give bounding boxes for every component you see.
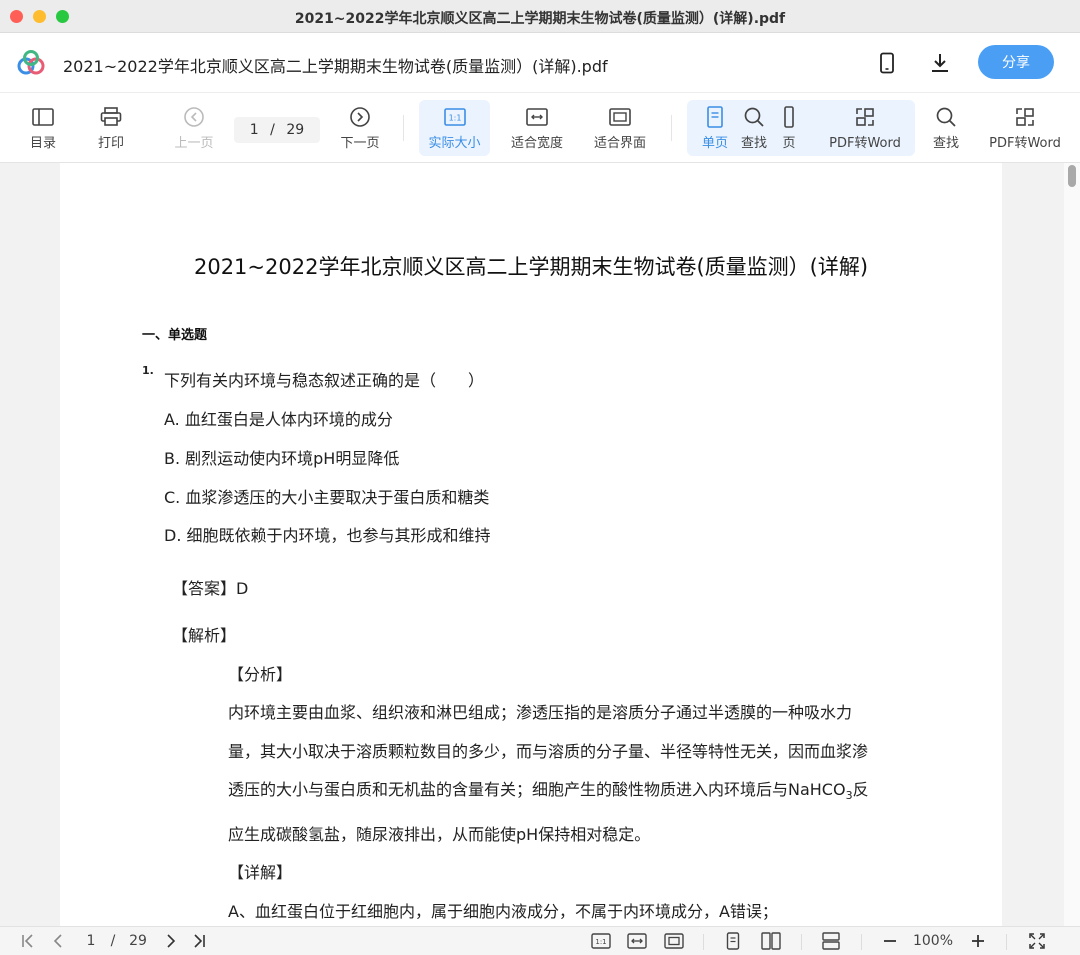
single-page-icon <box>704 105 726 128</box>
status-divider <box>801 934 802 950</box>
page-mode-button[interactable]: 页 <box>776 100 802 156</box>
convert-icon <box>854 106 876 128</box>
document-title: 2021~2022学年北京顺义区高二上学期期末生物试卷(质量监测）(详解) <box>193 255 869 279</box>
chevron-left-circle-icon <box>183 106 205 128</box>
answer-value: D <box>236 579 249 598</box>
vertical-scrollbar[interactable] <box>1064 163 1080 926</box>
find-button[interactable]: 查找 <box>735 100 773 156</box>
pdf-to-word-button[interactable]: PDF转Word <box>818 100 912 156</box>
analysis-paragraph-2: 量，其大小取决于溶质颗粒数目的多少，而与溶质的分子量、半径等特性无关，因而血浆渗 <box>228 742 869 761</box>
analysis-paragraph-4: 应生成碳酸氢盐，随尿液排出，从而能使pH保持相对稳定。 <box>228 825 651 844</box>
download-icon[interactable] <box>926 49 954 77</box>
actual-size-icon[interactable]: 1:1 <box>590 931 612 951</box>
prev-page-icon[interactable] <box>48 931 68 951</box>
answer-label: 【答案】 <box>172 579 237 598</box>
document-viewer[interactable]: 2021~2022学年北京顺义区高二上学期期末生物试卷(质量监测）(详解) 一、… <box>0 163 1080 926</box>
search-icon <box>743 106 765 128</box>
convert-icon <box>1014 106 1036 128</box>
svg-text:1:1: 1:1 <box>595 938 606 946</box>
actual-size-button[interactable]: 1:1 实际大小 <box>419 100 490 156</box>
find-button-2[interactable]: 查找 <box>925 100 967 156</box>
page-icon <box>778 105 800 128</box>
first-page-icon[interactable] <box>18 931 38 951</box>
pdf-to-word-button-2[interactable]: PDF转Word <box>980 100 1070 156</box>
next-page-button[interactable]: 下一页 <box>332 100 388 156</box>
continuous-scroll-icon[interactable] <box>820 931 842 951</box>
search-icon <box>935 106 957 128</box>
question-number: 1. <box>142 364 154 377</box>
print-button[interactable]: 打印 <box>86 100 136 156</box>
option-b: B. 剧烈运动使内环境pH明显降低 <box>164 449 400 468</box>
header: 2021~2022学年北京顺义区高二上学期期末生物试卷(质量监测）(详解).pd… <box>0 33 1080 93</box>
zoom-level[interactable]: 100% <box>908 931 958 951</box>
option-d: D. 细胞既依赖于内环境，也参与其形成和维持 <box>164 526 491 545</box>
phone-icon[interactable] <box>873 49 901 77</box>
toolbar-divider <box>671 115 672 141</box>
analysis-label: 【解析】 <box>172 626 237 645</box>
document-name: 2021~2022学年北京顺义区高二上学期期末生物试卷(质量监测）(详解).pd… <box>63 57 608 76</box>
single-page-button[interactable]: 单页 <box>695 100 735 156</box>
toolbar: 目录 打印 上一页 1 / 29 下一页 1:1 实际大小 适合宽度 适合界面 … <box>0 93 1080 163</box>
option-a: A. 血红蛋白是人体内环境的成分 <box>164 410 393 429</box>
logo-icon <box>17 50 45 75</box>
svg-text:1:1: 1:1 <box>448 113 461 122</box>
next-page-icon[interactable] <box>161 931 181 951</box>
zoom-out-icon[interactable] <box>880 931 900 951</box>
status-divider <box>703 934 704 950</box>
analysis-paragraph-1: 内环境主要由血浆、组织液和淋巴组成；渗透压指的是溶质分子通过半透膜的一种吸水力 <box>228 703 853 722</box>
page-current[interactable]: 1 <box>250 122 259 138</box>
option-c: C. 血浆渗透压的大小主要取决于蛋白质和糖类 <box>164 488 490 507</box>
analysis-paragraph-3: 透压的大小与蛋白质和无机盐的含量有关；细胞产生的酸性物质进入内环境后与NaHCO… <box>228 780 869 803</box>
fit-page-icon <box>609 106 631 128</box>
section-heading: 一、单选题 <box>142 328 208 343</box>
single-page-icon[interactable] <box>723 931 743 951</box>
prev-page-button[interactable]: 上一页 <box>166 100 222 156</box>
fit-width-icon[interactable] <box>626 931 648 951</box>
sidebar-icon <box>32 106 54 128</box>
toc-button[interactable]: 目录 <box>18 100 68 156</box>
detail-label: 【详解】 <box>228 863 293 882</box>
status-page-total: 29 <box>129 933 147 949</box>
double-page-icon[interactable] <box>760 931 782 951</box>
question-text: 下列有关内环境与稳态叙述正确的是（ ） <box>164 371 485 390</box>
last-page-icon[interactable] <box>189 931 209 951</box>
fullscreen-icon[interactable] <box>1026 931 1048 951</box>
detail-paragraph-1: A、血红蛋白位于红细胞内，属于细胞内液成分，不属于内环境成分，A错误； <box>228 902 778 921</box>
fenxi-label: 【分析】 <box>228 665 293 684</box>
status-divider <box>1006 934 1007 950</box>
status-page-current[interactable]: 1 <box>84 931 98 951</box>
actual-size-icon: 1:1 <box>443 106 466 128</box>
pdf-page: 2021~2022学年北京顺义区高二上学期期末生物试卷(质量监测）(详解) 一、… <box>60 163 1002 926</box>
fit-page-button[interactable]: 适合界面 <box>586 100 654 156</box>
scrollbar-thumb[interactable] <box>1068 165 1076 187</box>
fit-page-icon[interactable] <box>663 931 685 951</box>
page-total: 29 <box>286 122 305 138</box>
chevron-right-circle-icon <box>349 106 371 128</box>
status-bar: 1 / 29 1:1 100% <box>0 926 1080 955</box>
window-title: 2021~2022学年北京顺义区高二上学期期末生物试卷(质量监测）(详解).pd… <box>294 11 786 27</box>
page-indicator[interactable]: 1 / 29 <box>234 117 320 143</box>
fit-width-button[interactable]: 适合宽度 <box>503 100 571 156</box>
toolbar-divider <box>403 115 404 141</box>
title-bar: 2021~2022学年北京顺义区高二上学期期末生物试卷(质量监测）(详解).pd… <box>0 0 1080 33</box>
answer: 【答案】D <box>172 575 248 599</box>
share-button[interactable]: 分享 <box>978 45 1054 79</box>
status-divider <box>861 934 862 950</box>
printer-icon <box>100 106 122 128</box>
fit-width-icon <box>526 106 548 128</box>
zoom-in-icon[interactable] <box>968 931 988 951</box>
